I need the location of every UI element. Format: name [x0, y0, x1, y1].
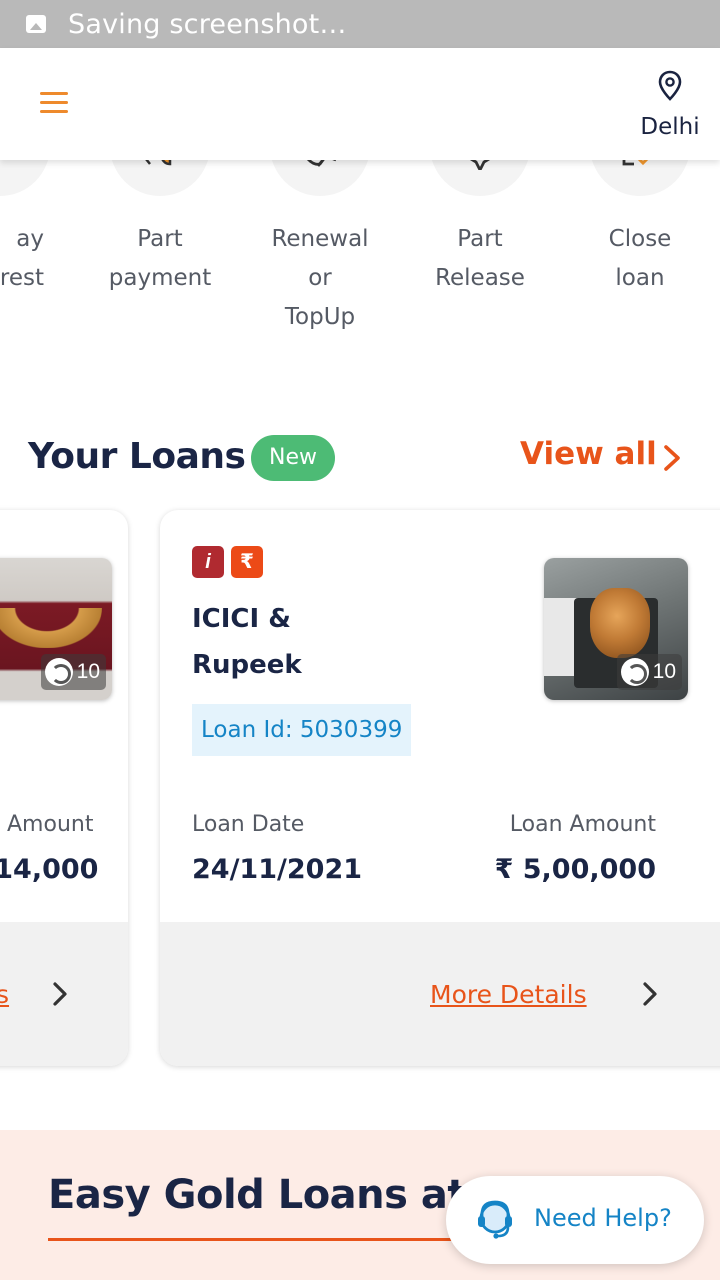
- need-help-label: Need Help?: [534, 1204, 672, 1232]
- lender-name-line: ICICI &: [192, 604, 291, 634]
- lender-name: ICICI & Rupeek: [192, 596, 372, 688]
- image-icon: [26, 15, 46, 33]
- new-badge: New: [251, 435, 335, 481]
- loan-amount-value: ,14,000: [0, 854, 99, 885]
- gold-thumbnail[interactable]: 10: [544, 558, 688, 700]
- chevron-right-icon[interactable]: [50, 980, 70, 1008]
- need-help-button[interactable]: Need Help?: [446, 1176, 704, 1264]
- card-footer: s: [0, 922, 128, 1066]
- action-part-payment[interactable]: Part payment: [80, 160, 240, 298]
- chevron-right-icon[interactable]: [640, 980, 660, 1008]
- promo-title: Easy Gold Loans at: [48, 1172, 467, 1218]
- loan-id-chip: Loan Id: 5030399: [192, 704, 412, 756]
- gold-ornament-image: [0, 608, 102, 648]
- action-label: Close loan: [608, 226, 672, 291]
- action-close-loan[interactable]: Close loan: [560, 160, 720, 298]
- section-title: Your Loans: [28, 436, 246, 477]
- close-loan-icon: [590, 160, 690, 196]
- action-pay-interest[interactable]: ay rest: [0, 160, 80, 298]
- action-renewal-topup[interactable]: Renewal or TopUp: [240, 160, 400, 337]
- part-release-icon: [430, 160, 530, 196]
- chevron-right-icon[interactable]: [660, 444, 684, 472]
- loan-card[interactable]: i ₹ ICICI & Rupeek Loan Id: 5030399 10 L…: [160, 510, 720, 1066]
- action-label: Part Release: [435, 226, 525, 291]
- status-bar: Saving screenshot…: [0, 0, 720, 48]
- loan-amount-label: Amount: [7, 812, 94, 837]
- app-header: Delhi: [0, 48, 720, 160]
- gold-ornament-image: [590, 588, 650, 658]
- lender-logos: i ₹: [192, 546, 263, 578]
- rupee-logo-icon: ₹: [231, 546, 263, 578]
- more-details-link[interactable]: s: [0, 980, 9, 1009]
- part-payment-icon: [110, 160, 210, 196]
- renewal-icon: [270, 160, 370, 196]
- loan-date-value: 24/11/2021: [192, 854, 363, 885]
- status-text: Saving screenshot…: [68, 8, 347, 40]
- gold-coin-icon: [44, 658, 73, 686]
- loan-amount-value: ₹ 5,00,000: [494, 854, 656, 885]
- action-label: ay rest: [0, 226, 44, 291]
- gold-coin-icon: [620, 658, 649, 686]
- action-part-release[interactable]: Part Release: [400, 160, 560, 298]
- hamburger-icon[interactable]: [40, 92, 70, 114]
- promo-underline: [48, 1238, 468, 1241]
- headset-icon: [478, 1200, 512, 1239]
- pay-interest-icon: [0, 160, 50, 196]
- more-details-link[interactable]: More Details: [430, 980, 587, 1009]
- app-screen: Saving screenshot… Delhi ay rest Part pa…: [0, 0, 720, 1280]
- loan-amount-label: Loan Amount: [509, 812, 656, 837]
- card-footer: More Details: [160, 922, 720, 1066]
- gold-thumbnail[interactable]: 10: [0, 558, 112, 700]
- view-all-link[interactable]: View all: [520, 436, 657, 472]
- photo-count: 10: [652, 660, 676, 683]
- action-label: Renewal or TopUp: [271, 226, 369, 330]
- lender-name-line: Rupeek: [192, 650, 302, 680]
- photo-count-badge: 10: [616, 654, 682, 690]
- loan-card[interactable]: 10 Amount ,14,000 s: [0, 510, 128, 1066]
- photo-count-badge: 10: [40, 654, 106, 690]
- location-city: Delhi: [640, 114, 700, 140]
- action-label: Part payment: [108, 226, 212, 291]
- icici-logo-icon: i: [192, 546, 224, 578]
- loan-date-label: Loan Date: [192, 812, 305, 837]
- quick-actions: ay rest Part payment Renewal or TopUp Pa…: [0, 160, 720, 360]
- map-pin-icon: [658, 70, 682, 101]
- photo-count: 10: [76, 660, 100, 683]
- location-selector[interactable]: Delhi: [640, 70, 700, 140]
